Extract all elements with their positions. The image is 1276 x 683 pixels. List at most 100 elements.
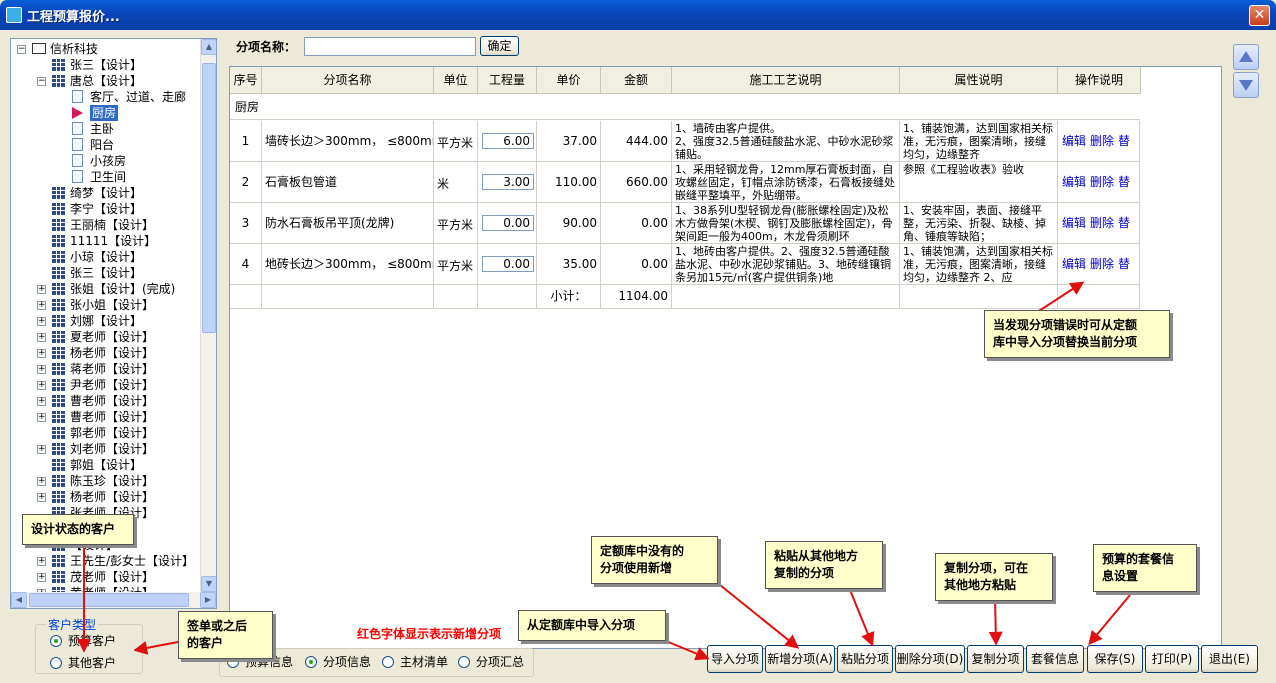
tree-node-label[interactable]: 厨房 bbox=[90, 105, 119, 121]
radio-unchecked-icon[interactable] bbox=[458, 656, 470, 668]
search-input[interactable] bbox=[304, 37, 476, 56]
tree-node-label[interactable]: 尹老师【设计】 bbox=[70, 377, 154, 393]
edit-link[interactable]: 编辑 bbox=[1062, 257, 1086, 271]
tree-node-label[interactable]: 阳台 bbox=[90, 137, 114, 153]
edit-link[interactable]: 编辑 bbox=[1062, 134, 1086, 148]
table-row[interactable]: 2 石膏板包管道米 3.00 110.00 660.00 1、采用轻钢龙骨，12mm厚石膏… bbox=[230, 162, 1140, 203]
col-header[interactable]: 属性说明 bbox=[900, 67, 1058, 94]
col-header[interactable]: 操作说明 bbox=[1058, 67, 1141, 94]
collapse-icon[interactable]: − bbox=[37, 77, 46, 86]
tree-node-label[interactable]: 曹老师【设计】 bbox=[70, 393, 154, 409]
col-header[interactable]: 金额 bbox=[601, 67, 672, 94]
expand-icon[interactable]: + bbox=[37, 557, 46, 566]
paste-item-button[interactable]: 粘贴分项 bbox=[837, 645, 893, 673]
delete-link[interactable]: 删除 bbox=[1090, 175, 1114, 189]
tree-node-label[interactable]: 蒋老师【设计】 bbox=[70, 361, 154, 377]
tree-vertical-scrollbar[interactable]: ▲ ▼ bbox=[200, 39, 216, 592]
tree-node-label[interactable]: 陈玉珍【设计】 bbox=[70, 473, 154, 489]
delete-link[interactable]: 删除 bbox=[1090, 257, 1114, 271]
scroll-down-icon[interactable]: ▼ bbox=[201, 576, 216, 592]
radio-unchecked-icon[interactable] bbox=[382, 656, 394, 668]
confirm-button[interactable]: 确定 bbox=[480, 36, 519, 56]
tree-node-label[interactable]: 张三【设计】 bbox=[70, 57, 142, 73]
quantity-input[interactable]: 0.00 bbox=[482, 256, 534, 272]
tree-node-label[interactable]: 11111【设计】 bbox=[70, 233, 156, 249]
edit-link[interactable]: 编辑 bbox=[1062, 216, 1086, 230]
tree-node-label[interactable]: 郭老师【设计】 bbox=[70, 425, 154, 441]
tree-node-label[interactable]: 小琼【设计】 bbox=[70, 249, 142, 265]
exit-button[interactable]: 退出(E) bbox=[1201, 645, 1258, 673]
tree-node-label[interactable]: 张小姐【设计】 bbox=[70, 297, 154, 313]
tree-node-label[interactable]: 客厅、过道、走廊 bbox=[90, 89, 186, 105]
move-up-button[interactable] bbox=[1233, 44, 1259, 70]
tree-node-label[interactable]: 唐总【设计】 bbox=[70, 73, 142, 89]
tree-node-label[interactable]: 夏老师【设计】 bbox=[70, 329, 154, 345]
scroll-left-icon[interactable]: ◀ bbox=[11, 592, 27, 608]
tree-node-label[interactable]: 杨老师【设计】 bbox=[70, 345, 154, 361]
scroll-up-icon[interactable]: ▲ bbox=[201, 39, 216, 55]
edit-link[interactable]: 编辑 bbox=[1062, 175, 1086, 189]
col-header[interactable]: 单位 bbox=[434, 67, 478, 94]
tree-node-label[interactable]: 信析科技 bbox=[50, 41, 98, 57]
table-row[interactable]: 3 防水石膏板吊平顶(龙牌) 平方米 0.00 90.00 0.00 1、38系列U型轻钢龙… bbox=[230, 203, 1140, 244]
copy-item-button[interactable]: 复制分项 bbox=[967, 645, 1024, 673]
move-down-button[interactable] bbox=[1233, 72, 1259, 98]
tree-node-label[interactable]: 刘娜【设计】 bbox=[70, 313, 142, 329]
table-row[interactable]: 4地砖长边＞300mm， ≤800mm(地平方米0.0035.000.001、地… bbox=[230, 244, 1140, 285]
expand-icon[interactable]: + bbox=[37, 365, 46, 374]
tree-node-label[interactable]: 王先生/彭女士【设计】 bbox=[70, 553, 194, 569]
import-item-button[interactable]: 导入分项 bbox=[707, 645, 763, 673]
tree-node-label[interactable]: 郭姐【设计】 bbox=[70, 457, 142, 473]
tree-node-label[interactable]: 王丽楠【设计】 bbox=[70, 217, 154, 233]
scroll-thumb[interactable] bbox=[202, 63, 216, 333]
tree-node-label[interactable]: 李宁【设计】 bbox=[70, 201, 142, 217]
expand-icon[interactable]: + bbox=[37, 573, 46, 582]
arrow-up-icon bbox=[1239, 51, 1253, 62]
quantity-input[interactable]: 6.00 bbox=[482, 133, 534, 149]
expand-icon[interactable]: + bbox=[37, 285, 46, 294]
radio-checked-icon[interactable] bbox=[50, 635, 62, 647]
tree-node-label[interactable]: 绮梦【设计】 bbox=[70, 185, 142, 201]
expand-icon[interactable]: + bbox=[37, 477, 46, 486]
save-button[interactable]: 保存(S) bbox=[1087, 645, 1143, 673]
delete-link[interactable]: 删除 bbox=[1090, 134, 1114, 148]
quantity-input[interactable]: 0.00 bbox=[482, 215, 534, 231]
expand-icon[interactable]: + bbox=[37, 317, 46, 326]
collapse-icon[interactable]: − bbox=[17, 45, 26, 54]
col-header[interactable]: 分项名称 bbox=[262, 67, 434, 94]
close-button[interactable]: ✕ bbox=[1249, 5, 1270, 26]
tree-node-label[interactable]: 张姐【设计】(完成) bbox=[70, 281, 175, 297]
print-button[interactable]: 打印(P) bbox=[1145, 645, 1199, 673]
expand-icon[interactable]: + bbox=[37, 413, 46, 422]
package-info-button[interactable]: 套餐信息 bbox=[1026, 645, 1084, 673]
expand-icon[interactable]: + bbox=[37, 445, 46, 454]
tree-node-label[interactable]: 曹老师【设计】 bbox=[70, 409, 154, 425]
col-header[interactable]: 施工工艺说明 bbox=[672, 67, 900, 94]
col-header[interactable]: 工程量 bbox=[478, 67, 537, 94]
expand-icon[interactable]: + bbox=[37, 397, 46, 406]
tree-node-label[interactable]: 主卧 bbox=[90, 121, 114, 137]
expand-icon[interactable]: + bbox=[37, 333, 46, 342]
tree-horizontal-scrollbar[interactable]: ◀ ▶ bbox=[11, 592, 216, 608]
radio-checked-icon[interactable] bbox=[305, 656, 317, 668]
tree-node-label[interactable]: 杨老师【设计】 bbox=[70, 489, 154, 505]
table-row[interactable]: 1墙砖长边＞300mm， ≤800mm(仿平方米6.0037.00444.001… bbox=[230, 121, 1140, 162]
tree-node-label[interactable]: 小孩房 bbox=[90, 153, 126, 169]
scroll-right-icon[interactable]: ▶ bbox=[200, 592, 216, 608]
col-header[interactable]: 序号 bbox=[230, 67, 262, 94]
expand-icon[interactable]: + bbox=[37, 301, 46, 310]
col-header[interactable]: 单价 bbox=[537, 67, 601, 94]
tree-node-label[interactable]: 茂老师【设计】 bbox=[70, 569, 154, 585]
tree-node-label[interactable]: 刘老师【设计】 bbox=[70, 441, 154, 457]
tree-node-label[interactable]: 张三【设计】 bbox=[70, 265, 142, 281]
delete-link[interactable]: 删除 bbox=[1090, 216, 1114, 230]
quantity-input[interactable]: 3.00 bbox=[482, 174, 534, 190]
expand-icon[interactable]: + bbox=[37, 349, 46, 358]
tree-node-label[interactable]: 卫生间 bbox=[90, 169, 126, 185]
add-item-button[interactable]: 新增分项(A) bbox=[765, 645, 835, 673]
radio-unchecked-icon[interactable] bbox=[50, 657, 62, 669]
expand-icon[interactable]: + bbox=[37, 493, 46, 502]
delete-item-button[interactable]: 删除分项(D) bbox=[895, 645, 965, 673]
expand-icon[interactable]: + bbox=[37, 381, 46, 390]
hscroll-thumb[interactable] bbox=[29, 593, 189, 607]
